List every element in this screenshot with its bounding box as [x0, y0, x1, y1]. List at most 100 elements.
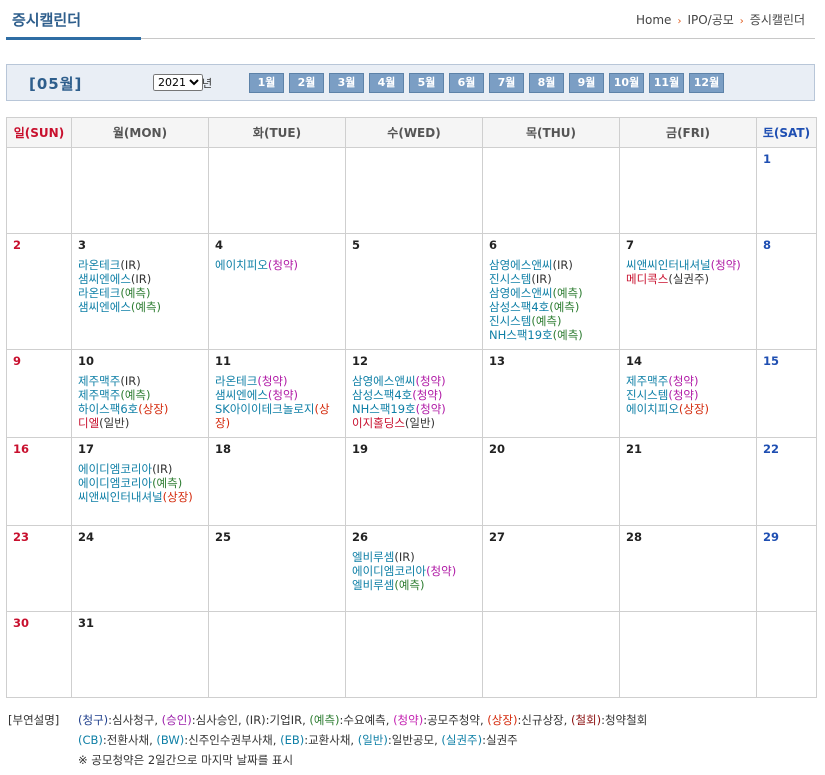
event-type-tag: (청약) [710, 258, 741, 272]
legend-key: (일반) [357, 733, 388, 747]
calendar-day-cell: 9 [6, 349, 72, 438]
calendar-event-link[interactable]: 에이디엠코리아(IR) [78, 462, 203, 476]
calendar-event-link[interactable]: 제주맥주(IR) [78, 374, 203, 388]
event-type-tag: (청약) [412, 388, 443, 402]
calendar-event-link[interactable]: 샘씨엔에스(청약) [215, 388, 340, 402]
day-number: 30 [13, 616, 30, 630]
calendar-day-cell: 1 [756, 147, 817, 234]
calendar-event-link[interactable]: 샘씨엔에스(IR) [78, 272, 203, 286]
calendar-event-link[interactable]: 제주맥주(청약) [626, 374, 751, 388]
legend-desc: :신주인수권부사채, [184, 733, 281, 747]
event-company-name: 엘비루셈 [352, 550, 395, 564]
calendar-event-link[interactable]: 하이스팩6호(상장) [78, 402, 203, 416]
calendar-day-cell: 19 [345, 437, 483, 526]
calendar-day-cell [482, 147, 620, 234]
day-number: 31 [78, 616, 95, 630]
legend-key: (예측) [309, 713, 340, 727]
calendar-event-link[interactable]: 진시스템(예측) [489, 314, 614, 328]
calendar-event-link[interactable]: 에이치피오(청약) [215, 258, 340, 272]
day-number: 23 [13, 530, 30, 544]
calendar-event-link[interactable]: 디엘(일반) [78, 416, 203, 430]
calendar-event-link[interactable]: 엘비루셈(IR) [352, 550, 477, 564]
event-type-tag: (청약) [415, 402, 446, 416]
day-number: 22 [763, 442, 780, 456]
year-suffix: 년 [202, 77, 213, 90]
event-type-tag: (청약) [267, 388, 299, 402]
calendar-event-link[interactable]: 에이디엠코리아(예측) [78, 476, 203, 490]
month-button-7[interactable]: 7월 [489, 73, 524, 93]
calendar-event-link[interactable]: 라온테크(청약) [215, 374, 340, 388]
calendar-event-link[interactable]: 엘비루셈(예측) [352, 578, 477, 592]
legend-desc: :실권주 [482, 733, 518, 747]
event-type-tag: (청약) [267, 258, 299, 272]
day-number: 24 [78, 530, 95, 544]
event-company-name: 샘씨엔에스 [78, 272, 131, 286]
page-header: 증시캘린더 Home › IPO/공모 › 증시캘린더 [6, 0, 815, 40]
calendar-event-link[interactable]: 이지홀딩스(일반) [352, 416, 477, 430]
calendar-event-link[interactable]: 진시스템(IR) [489, 272, 614, 286]
event-company-name: 샘씨엔에스 [78, 300, 131, 314]
calendar-week-row: 23 24 25 26 엘비루셈(IR) 에이디엠코리아(청약) 엘비루셈(예측) 27 28 2… [6, 525, 817, 612]
calendar-event-link[interactable]: 진시스템(청약) [626, 388, 751, 402]
calendar-day-cell: 18 [208, 437, 346, 526]
day-number: 9 [13, 354, 22, 368]
calendar-day-cell: 22 [756, 437, 817, 526]
year-select[interactable]: 2021 [153, 74, 203, 91]
calendar-day-cell [345, 147, 483, 234]
calendar-event-link[interactable]: 삼영에스앤씨(IR) [489, 258, 614, 272]
event-company-name: 라온테크 [78, 286, 121, 300]
month-button-2[interactable]: 2월 [289, 73, 324, 93]
calendar-event-link[interactable]: 에이디엠코리아(청약) [352, 564, 477, 578]
legend-key: (BW) [156, 733, 185, 747]
calendar-event-link[interactable]: 에이치피오(상장) [626, 402, 751, 416]
month-button-4[interactable]: 4월 [369, 73, 404, 93]
calendar-event-link[interactable]: 메디콕스(실권주) [626, 272, 751, 286]
legend-desc: :심사청구, [108, 713, 162, 727]
calendar-event-link[interactable]: NH스팩19호(예측) [489, 328, 614, 342]
calendar-day-cell: 6 삼영에스앤씨(IR) 진시스템(IR) 삼영에스앤씨(예측) 삼성스팩4호(예측) 진… [482, 233, 620, 350]
breadcrumb-home[interactable]: Home [636, 13, 671, 27]
calendar-event-link[interactable]: 삼성스팩4호(예측) [489, 300, 614, 314]
calendar-event-link[interactable]: 샘씨엔에스(예측) [78, 300, 203, 314]
month-button-3[interactable]: 3월 [329, 73, 364, 93]
month-button-11[interactable]: 11월 [649, 73, 684, 93]
calendar-event-link[interactable]: 라온테크(IR) [78, 258, 203, 272]
calendar-event-link[interactable]: 삼영에스앤씨(청약) [352, 374, 477, 388]
calendar-day-cell [208, 611, 346, 698]
day-number: 13 [489, 354, 506, 368]
calendar-event-link[interactable]: 삼성스팩4호(청약) [352, 388, 477, 402]
calendar-event-link[interactable]: NH스팩19호(청약) [352, 402, 477, 416]
breadcrumb-separator-icon: › [739, 16, 744, 27]
event-company-name: 삼성스팩4호 [489, 300, 550, 314]
calendar-day-cell: 10 제주맥주(IR) 제주맥주(예측) 하이스팩6호(상장) 디엘(일반) [71, 349, 209, 438]
event-company-name: 에이디엠코리아 [352, 564, 427, 578]
calendar-day-cell [756, 611, 817, 698]
month-button-12[interactable]: 12월 [689, 73, 724, 93]
breadcrumb-ipo[interactable]: IPO/공모 [687, 13, 733, 27]
calendar-event-link[interactable]: 삼영에스앤씨(예측) [489, 286, 614, 300]
calendar-day-cell: 2 [6, 233, 72, 350]
calendar-day-cell: 3 라온테크(IR) 샘씨엔에스(IR) 라온테크(예측) 샘씨엔에스(예측) [71, 233, 209, 350]
calendar-event-link[interactable]: 씨앤씨인터내셔널(상장) [78, 490, 203, 504]
month-button-1[interactable]: 1월 [249, 73, 284, 93]
month-button-5[interactable]: 5월 [409, 73, 444, 93]
month-button-10[interactable]: 10월 [609, 73, 644, 93]
event-company-name: NH스팩19호 [352, 402, 416, 416]
event-company-name: 디엘 [78, 416, 100, 430]
month-button-6[interactable]: 6월 [449, 73, 484, 93]
calendar-event-link[interactable]: SK아이이테크놀로지(상장) [215, 402, 340, 430]
event-type-tag: (예측) [152, 476, 183, 490]
event-type-tag: (일반) [404, 416, 436, 430]
calendar-event-link[interactable]: 라온테크(예측) [78, 286, 203, 300]
calendar-event-link[interactable]: 제주맥주(예측) [78, 388, 203, 402]
calendar-event-link[interactable]: 씨앤씨인터내셔널(청약) [626, 258, 751, 272]
event-type-tag: (IR) [394, 550, 415, 564]
month-button-9[interactable]: 9월 [569, 73, 604, 93]
day-number: 16 [13, 442, 30, 456]
event-type-tag: (IR) [120, 374, 141, 388]
calendar-week-row: 1 [6, 147, 817, 234]
calendar-day-cell: 15 [756, 349, 817, 438]
event-company-name: 샘씨엔에스 [215, 388, 268, 402]
day-number: 12 [352, 354, 369, 368]
month-button-8[interactable]: 8월 [529, 73, 564, 93]
